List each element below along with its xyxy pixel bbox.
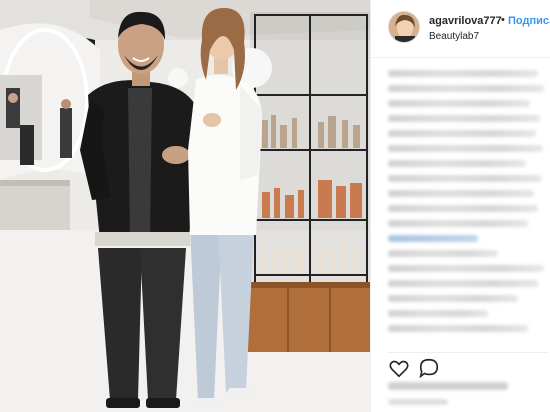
caption-blurred — [388, 70, 546, 340]
avatar-image — [389, 12, 419, 42]
photo-illustration — [0, 0, 370, 412]
caption-line — [388, 100, 530, 107]
post-date-blurred — [388, 399, 448, 405]
comment-line — [388, 310, 488, 317]
caption-hashtag-line — [388, 235, 478, 242]
comment-icon[interactable] — [418, 357, 440, 379]
caption-line — [388, 160, 526, 167]
post-actions — [388, 352, 548, 379]
caption-line — [388, 115, 540, 122]
likes-count-blurred — [388, 382, 508, 390]
caption-line — [388, 85, 544, 92]
avatar[interactable] — [388, 11, 420, 43]
comment-line — [388, 295, 518, 302]
caption-line — [388, 250, 498, 257]
post-header: agavrilova777 • Подписа Beautylab7 — [371, 0, 550, 58]
caption-line — [388, 145, 543, 152]
caption-line — [388, 70, 538, 77]
heart-icon[interactable] — [388, 357, 410, 379]
caption-line — [388, 190, 534, 197]
follow-button[interactable]: Подписа — [508, 15, 550, 27]
caption-line — [388, 205, 538, 212]
caption-line — [388, 130, 536, 137]
comment-line — [388, 280, 538, 287]
username-link[interactable]: agavrilova777 — [429, 15, 502, 27]
separator-dot: • — [501, 14, 505, 26]
post-photo[interactable] — [0, 0, 370, 412]
caption-line — [388, 175, 542, 182]
location-link[interactable]: Beautylab7 — [429, 31, 479, 42]
post-sidebar: agavrilova777 • Подписа Beautylab7 — [370, 0, 550, 412]
caption-line — [388, 220, 528, 227]
comment-line — [388, 265, 544, 272]
comment-line — [388, 325, 528, 332]
